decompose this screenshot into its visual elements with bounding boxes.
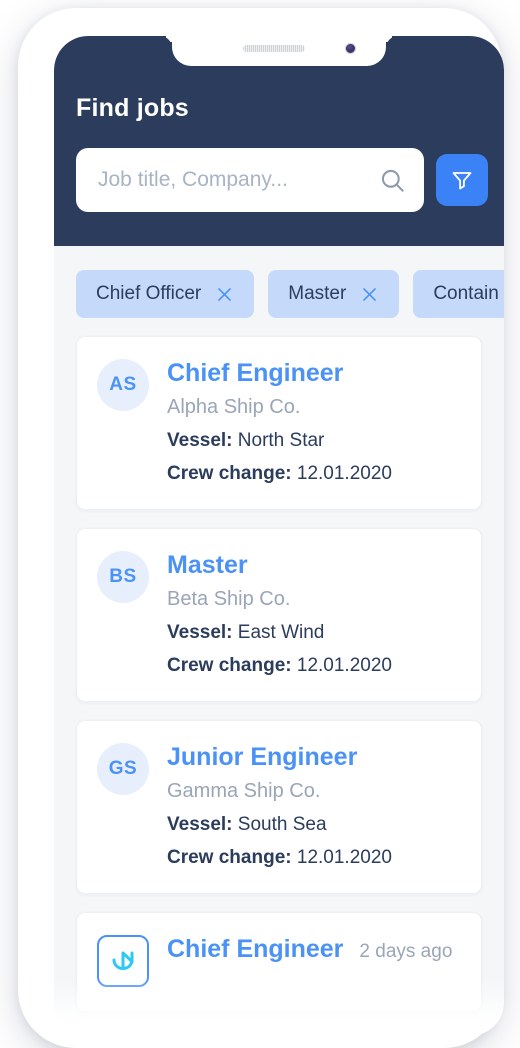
crew-change-value: 12.01.2020 [296, 847, 392, 868]
close-icon[interactable] [215, 285, 234, 304]
company-logo [97, 935, 149, 987]
search-row [76, 148, 488, 212]
crew-change-label: Crew change: [167, 847, 292, 868]
anchor-logo-icon [112, 951, 134, 970]
job-title-row: Chief Engineer 2 days ago [167, 935, 461, 963]
job-title[interactable]: Junior Engineer [167, 743, 357, 771]
avatar: BS [97, 551, 149, 603]
job-title-row: Chief Engineer [167, 359, 461, 387]
job-title-row: Master [167, 551, 461, 579]
job-crew-change: Crew change: 12.01.2020 [167, 655, 461, 677]
crew-change-value: 12.01.2020 [296, 463, 392, 484]
chip-label: Master [288, 283, 347, 304]
filter-chips-row: Chief Officer Master Contain [54, 246, 504, 336]
job-card-body: Chief Engineer Alpha Ship Co. Vessel: No… [167, 359, 461, 485]
speaker-grille-icon [243, 45, 306, 52]
filter-chip-chief-officer[interactable]: Chief Officer [76, 270, 255, 318]
crew-change-label: Crew change: [167, 655, 292, 676]
avatar: GS [97, 743, 149, 795]
job-vessel: Vessel: North Star [167, 430, 461, 452]
vessel-value: North Star [237, 430, 325, 451]
phone-frame: Find jobs Chief Offi [18, 8, 504, 1048]
vessel-label: Vessel: [167, 430, 233, 451]
crew-change-value: 12.01.2020 [296, 655, 392, 676]
filter-button[interactable] [436, 154, 488, 206]
job-crew-change: Crew change: 12.01.2020 [167, 847, 461, 869]
close-icon[interactable] [360, 285, 379, 304]
job-card[interactable]: Chief Engineer 2 days ago [76, 912, 482, 1012]
job-card[interactable]: BS Master Beta Ship Co. Vessel: East Win… [76, 528, 482, 702]
avatar: AS [97, 359, 149, 411]
job-title[interactable]: Master [167, 551, 248, 579]
search-field[interactable] [76, 148, 424, 212]
job-card[interactable]: AS Chief Engineer Alpha Ship Co. Vessel:… [76, 336, 482, 510]
vessel-label: Vessel: [167, 622, 233, 643]
job-card-body: Junior Engineer Gamma Ship Co. Vessel: S… [167, 743, 461, 869]
filter-funnel-icon [452, 172, 472, 190]
search-icon[interactable] [379, 167, 406, 194]
job-title-row: Junior Engineer [167, 743, 461, 771]
job-vessel: Vessel: East Wind [167, 622, 461, 644]
filter-chip-container[interactable]: Contain [413, 270, 504, 318]
job-company: Alpha Ship Co. [167, 396, 301, 418]
job-card[interactable]: GS Junior Engineer Gamma Ship Co. Vessel… [76, 720, 482, 894]
vessel-value: East Wind [237, 622, 325, 643]
job-company: Beta Ship Co. [167, 588, 291, 610]
job-title[interactable]: Chief Engineer [167, 359, 343, 387]
job-company: Gamma Ship Co. [167, 780, 321, 802]
chip-label: Contain [433, 283, 499, 304]
filter-chip-master[interactable]: Master [268, 270, 400, 318]
job-card-body: Master Beta Ship Co. Vessel: East Wind C… [167, 551, 461, 677]
front-camera-lens-icon [345, 43, 356, 54]
vessel-value: South Sea [237, 814, 327, 835]
search-input[interactable] [98, 168, 379, 192]
job-card-body: Chief Engineer 2 days ago [167, 935, 461, 987]
chip-label: Chief Officer [96, 283, 202, 304]
job-crew-change: Crew change: 12.01.2020 [167, 463, 461, 485]
vessel-label: Vessel: [167, 814, 233, 835]
phone-screen: Find jobs Chief Offi [54, 36, 504, 1036]
job-list: AS Chief Engineer Alpha Ship Co. Vessel:… [54, 336, 504, 1012]
job-posted-age: 2 days ago [359, 941, 453, 962]
crew-change-label: Crew change: [167, 463, 292, 484]
app-header: Find jobs [54, 36, 504, 246]
page-title: Find jobs [76, 94, 189, 122]
job-title[interactable]: Chief Engineer [167, 935, 343, 963]
job-vessel: Vessel: South Sea [167, 814, 461, 836]
